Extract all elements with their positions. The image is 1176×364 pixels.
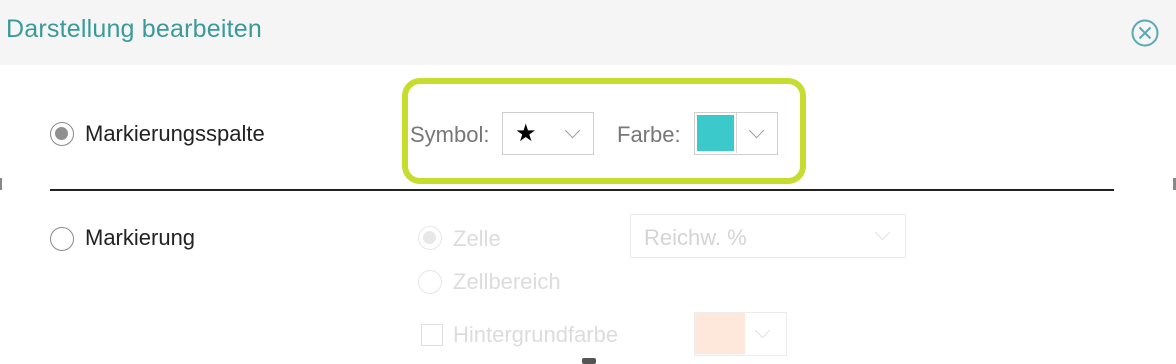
chevron-down-icon	[874, 224, 891, 241]
background-color-select[interactable]	[694, 312, 787, 356]
dialog-title: Darstellung bearbeiten	[6, 15, 262, 43]
background-color-label: Hintergrundfarbe	[453, 322, 619, 347]
chevron-down-icon	[564, 122, 581, 139]
dialog-header: Darstellung bearbeiten	[0, 0, 1176, 65]
edit-display-dialog: Darstellung bearbeiten Markierungsspalte…	[0, 0, 1176, 364]
select-divider	[736, 113, 737, 153]
marker-radio[interactable]	[50, 227, 74, 251]
star-icon: ★	[515, 120, 537, 147]
marker-column-radio[interactable]	[50, 122, 74, 146]
chevron-down-icon	[754, 322, 771, 339]
close-icon[interactable]	[1130, 18, 1160, 48]
marker-column-label: Markierungsspalte	[85, 121, 265, 146]
section-divider	[50, 189, 1114, 191]
resize-handle-left[interactable]	[0, 178, 2, 190]
range-select-value: Reichw. %	[644, 225, 747, 250]
color-select[interactable]	[694, 112, 778, 155]
cell-radio[interactable]	[418, 226, 442, 250]
range-select[interactable]: Reichw. %	[630, 214, 906, 258]
cell-label: Zelle	[453, 226, 501, 251]
symbol-label: Symbol:	[410, 122, 490, 147]
color-swatch	[697, 115, 734, 151]
chevron-down-icon	[748, 122, 765, 139]
color-label: Farbe:	[617, 122, 681, 147]
cell-range-label: Zellbereich	[453, 269, 561, 294]
symbol-select[interactable]: ★	[502, 112, 594, 155]
background-color-swatch	[695, 313, 745, 354]
cell-range-radio[interactable]	[418, 270, 442, 294]
resize-handle-bottom[interactable]	[582, 358, 596, 364]
background-color-checkbox[interactable]	[421, 324, 443, 346]
marker-label: Markierung	[85, 225, 196, 250]
